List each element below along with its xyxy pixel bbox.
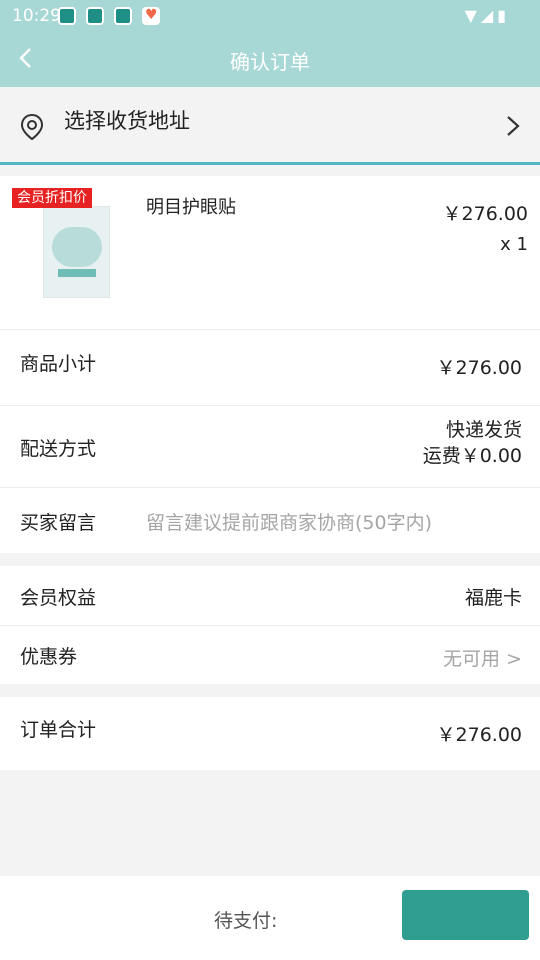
coupon-label: 优惠券 [20, 646, 78, 668]
membership-value: 福鹿卡 [464, 587, 522, 609]
page-title: 确认订单 [230, 50, 310, 74]
address-label: 选择收货地址 [64, 109, 190, 133]
amount-due-label: 待支付: [214, 910, 278, 932]
app-icon [86, 7, 104, 25]
address-selector[interactable]: 选择收货地址 [0, 87, 540, 162]
system-icons: ▼◢▮ [465, 6, 510, 25]
signal-icon: ◢ [480, 6, 498, 25]
total-label: 订单合计 [20, 719, 97, 741]
subtotal-value: ￥276.00 [436, 357, 522, 379]
heart-app-icon [142, 7, 160, 25]
app-icon [114, 7, 132, 25]
location-pin-icon [20, 113, 44, 141]
product-name: 明目护眼贴 [146, 197, 236, 218]
delivery-fee: 运费￥0.00 [422, 445, 522, 467]
membership-row: 会员权益 福鹿卡 [0, 566, 540, 625]
delivery-label: 配送方式 [20, 438, 97, 460]
divider [0, 162, 540, 165]
message-row: 买家留言 留言建议提前跟商家协商(50字内) [0, 487, 540, 553]
subtotal-row: 商品小计 ￥276.00 [0, 329, 540, 405]
product-image[interactable] [43, 206, 110, 298]
app-icon [58, 7, 76, 25]
top-bar: 确认订单 [0, 32, 540, 87]
product-quantity: x 1 [500, 234, 528, 255]
coupon-row[interactable]: 优惠券 无可用 > [0, 625, 540, 684]
wifi-icon: ▼ [464, 6, 481, 25]
subtotal-label: 商品小计 [20, 353, 97, 375]
delivery-method: 快递发货 [445, 419, 522, 441]
status-time: 10:29 [12, 6, 61, 26]
submit-order-button[interactable] [402, 890, 529, 940]
status-bar: 10:29 ▼◢▮ [0, 0, 540, 32]
membership-label: 会员权益 [20, 587, 97, 609]
product-price: ￥276.00 [442, 203, 528, 225]
delivery-row[interactable]: 配送方式 快递发货 运费￥0.00 [0, 405, 540, 487]
message-label: 买家留言 [20, 512, 97, 534]
message-input[interactable]: 留言建议提前跟商家协商(50字内) [146, 508, 432, 535]
total-row: 订单合计 ￥276.00 [0, 697, 540, 770]
total-value: ￥276.00 [436, 724, 522, 746]
battery-icon: ▮ [497, 6, 510, 25]
chevron-right-icon [507, 116, 520, 136]
coupon-value: 无可用 > [443, 648, 522, 670]
member-discount-badge: 会员折扣价 [12, 188, 92, 208]
